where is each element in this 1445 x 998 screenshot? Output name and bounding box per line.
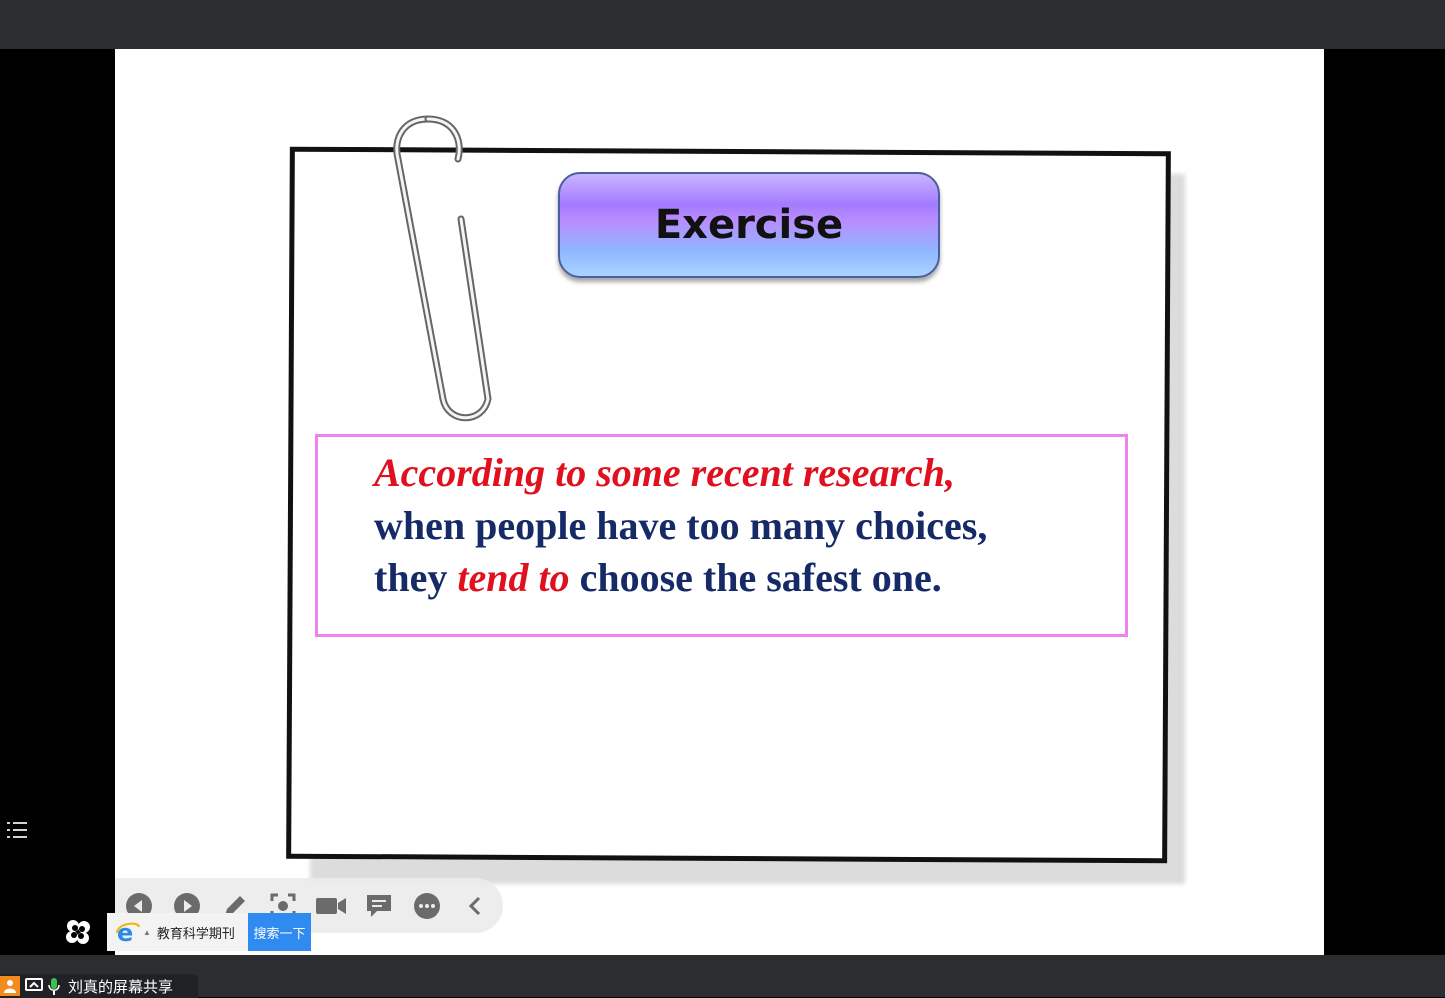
user-icon [0,976,20,996]
exercise-title-button: Exercise [558,172,940,278]
sentence-line-3-end: choose the safest one. [569,555,942,600]
screen-share-indicator: 刘真的屏幕共享 [0,974,198,998]
sentence-line-2: when people have too many choices, [374,503,988,548]
screen-share-label: 刘真的屏幕共享 [68,978,174,996]
browser-link-text[interactable]: 教育科学期刊 [157,923,235,942]
search-button[interactable]: 搜索一下 [248,913,311,951]
list-toggle-icon[interactable] [6,818,28,842]
chevron-left-icon [468,896,481,915]
more-icon [414,892,440,919]
more-button[interactable] [403,882,451,930]
sentence-line-3: they tend to choose the safest one. [374,554,942,601]
chat-button[interactable] [355,882,403,930]
highlight-phrase: tend to [457,555,570,600]
shared-slide: Exercise According to some recent resear… [115,49,1324,955]
dropdown-arrow-icon[interactable]: ▲ [143,928,151,937]
window-bottom-bar [0,955,1445,997]
camera-button[interactable] [307,882,355,930]
sentence-line-3-start: they [374,555,458,600]
sentence-line-1: According to some recent research, [374,450,956,495]
paperclip-icon [393,115,492,422]
microphone-icon[interactable] [44,976,64,996]
window-top-bar [0,0,1445,49]
camera-icon [316,897,346,914]
app-logo-icon[interactable] [62,916,94,948]
ie-browser-icon[interactable]: e [115,919,141,945]
browser-search-widget: e ▲ 教育科学期刊 搜索一下 [107,913,311,951]
screen-share-icon [24,976,44,996]
collapse-toolbar-button[interactable] [451,882,499,930]
sentence-box: According to some recent research, when … [315,434,1128,637]
chat-icon [367,894,391,917]
